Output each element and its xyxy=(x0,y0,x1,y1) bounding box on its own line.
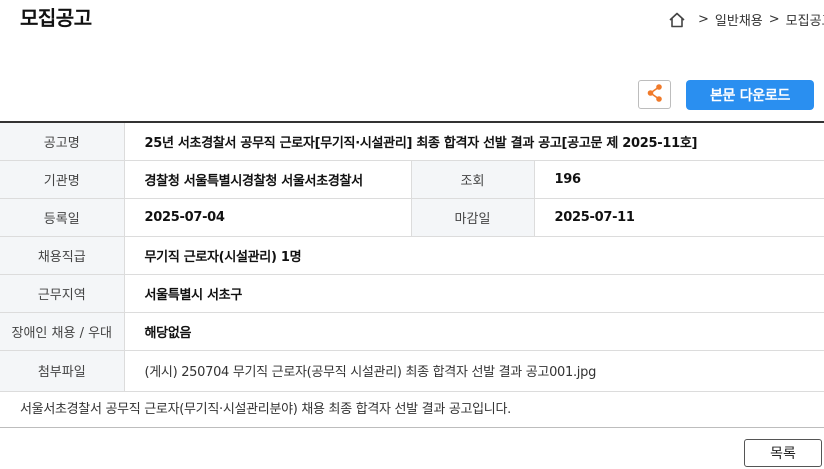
share-button[interactable] xyxy=(638,80,671,109)
table-row: 공고명 25년 서초경찰서 공무직 근로자[무기직·시설관리] 최종 합격자 선… xyxy=(0,121,824,161)
breadcrumb-separator: > xyxy=(768,12,780,27)
share-icon xyxy=(646,83,664,107)
row-label-deadline: 마감일 xyxy=(411,198,535,237)
row-label-work-area: 근무지역 xyxy=(0,274,125,313)
notice-info-table: 공고명 25년 서초경찰서 공무직 근로자[무기직·시설관리] 최종 합격자 선… xyxy=(0,121,824,392)
table-row: 채용직급 무기직 근로자(시설관리) 1명 xyxy=(0,236,824,275)
row-label-agency: 기관명 xyxy=(0,160,125,199)
registered-date-value: 2025-07-04 xyxy=(124,198,412,237)
disability-value: 해당없음 xyxy=(124,312,824,351)
deadline-value: 2025-07-11 xyxy=(534,198,824,237)
download-body-button[interactable]: 본문 다운로드 xyxy=(686,80,814,110)
row-label-disability: 장애인 채용 / 우대 xyxy=(0,312,125,351)
table-row: 첨부파일 (게시) 250704 무기직 근로자(공무직 시설관리) 최종 합격… xyxy=(0,350,824,392)
breadcrumb-item-general-recruit[interactable]: 일반채용 xyxy=(715,10,763,29)
agency-value: 경찰청 서울특별시경찰청 서울서초경찰서 xyxy=(124,160,412,199)
table-row: 등록일 2025-07-04 마감일 2025-07-11 xyxy=(0,198,824,237)
table-row: 근무지역 서울특별시 서초구 xyxy=(0,274,824,313)
breadcrumb: > 일반채용 > 모집공고 xyxy=(668,10,824,29)
row-label-registered-date: 등록일 xyxy=(0,198,125,237)
position-value: 무기직 근로자(시설관리) 1명 xyxy=(124,236,824,275)
home-icon[interactable] xyxy=(668,11,686,29)
breadcrumb-separator: > xyxy=(698,12,709,27)
row-label-views: 조회 xyxy=(411,160,535,199)
row-label-attachment: 첨부파일 xyxy=(0,350,125,392)
views-value: 196 xyxy=(534,160,824,199)
attachment-link[interactable]: (게시) 250704 무기직 근로자(공무직 시설관리) 최종 합격자 선발 … xyxy=(124,350,824,392)
table-row: 장애인 채용 / 우대 해당없음 xyxy=(0,312,824,351)
page-title: 모집공고 xyxy=(20,6,92,30)
list-button[interactable]: 목록 xyxy=(744,439,822,467)
work-area-value: 서울특별시 서초구 xyxy=(124,274,824,313)
breadcrumb-item-notice[interactable]: 모집공고 xyxy=(786,10,824,29)
row-label-position: 채용직급 xyxy=(0,236,125,275)
table-row: 기관명 경찰청 서울특별시경찰청 서울서초경찰서 조회 196 xyxy=(0,160,824,199)
notice-name-value: 25년 서초경찰서 공무직 근로자[무기직·시설관리] 최종 합격자 선발 결과… xyxy=(124,121,824,161)
row-label-notice-name: 공고명 xyxy=(0,121,125,161)
notice-description: 서울서초경찰서 공무직 근로자(무기직·시설관리분야) 채용 최종 합격자 선발… xyxy=(0,392,824,428)
